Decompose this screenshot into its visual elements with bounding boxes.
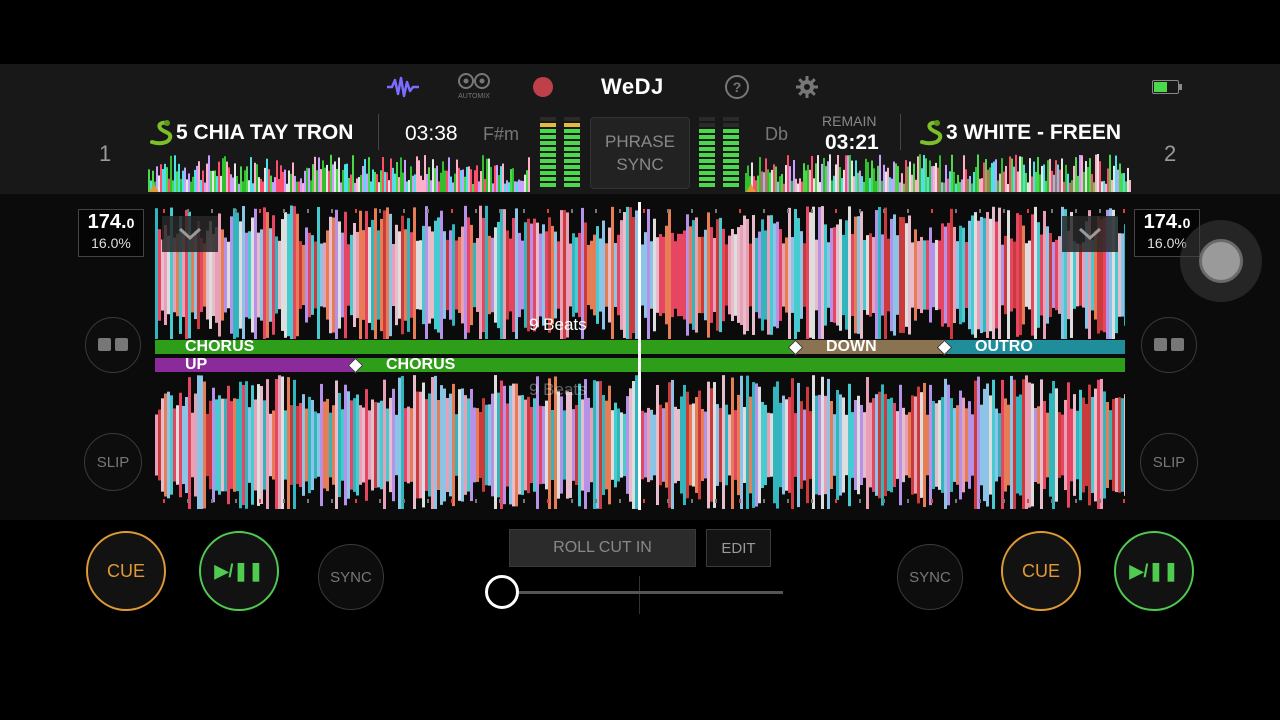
- phrase-label: UP: [185, 356, 208, 373]
- beats-label: 9 Beats: [529, 380, 587, 399]
- deck2-sync-button[interactable]: SYNC: [897, 544, 963, 610]
- battery-icon: [1152, 80, 1182, 94]
- phrase-label: OUTRO: [975, 338, 1033, 355]
- cue-label: CUE: [1021, 560, 1060, 581]
- slip-label: SLIP: [96, 453, 130, 471]
- sync-label: SYNC: [330, 568, 372, 586]
- deck2-overview-waveform[interactable]: [745, 154, 1131, 192]
- deck1-number: 1: [99, 141, 112, 166]
- app-logo: WeDJ: [601, 74, 664, 99]
- deck1-pad-mode-button[interactable]: [85, 317, 141, 373]
- pad-grid-icon: [1154, 338, 1184, 351]
- deck2-key: Db: [765, 124, 789, 144]
- automix-button[interactable]: AUTOMIX: [455, 72, 493, 102]
- deck1-key: F#m: [483, 124, 519, 144]
- deck2-cue-button[interactable]: CUE: [1001, 531, 1081, 611]
- divider: [378, 114, 379, 150]
- divider: [900, 114, 901, 150]
- vu-meter: [723, 117, 739, 187]
- chevron-down-icon: [1078, 227, 1102, 241]
- phrase-label: DOWN: [826, 338, 877, 355]
- deck1-overview-waveform[interactable]: [148, 154, 530, 192]
- automix-label: AUTOMIX: [458, 93, 490, 100]
- playhead: [638, 202, 641, 510]
- waveform-icon[interactable]: [385, 74, 421, 100]
- deck1-collapse-button[interactable]: [162, 216, 218, 252]
- deck2-pad-mode-button[interactable]: [1141, 317, 1197, 373]
- edit-label: EDIT: [721, 539, 756, 557]
- record-button[interactable]: [533, 77, 553, 97]
- slip-label: SLIP: [1152, 453, 1186, 471]
- deck1-bpm-display[interactable]: 174.0 16.0%: [78, 209, 144, 257]
- deck2-time: 03:21: [825, 131, 879, 154]
- cue-label: CUE: [106, 560, 145, 581]
- settings-icon[interactable]: [795, 75, 819, 99]
- assistive-touch-button[interactable]: [1180, 220, 1262, 302]
- deck2-play-pause-button[interactable]: ▶/❚❚: [1114, 531, 1194, 611]
- phrase-label: CHORUS: [386, 356, 456, 373]
- deck2-slip-button[interactable]: SLIP: [1140, 433, 1198, 491]
- help-icon[interactable]: ?: [725, 75, 749, 99]
- play-pause-icon: ▶/❚❚: [1129, 560, 1179, 581]
- deck1-track-title[interactable]: 5 CHIA TAY TRON: [176, 121, 364, 147]
- phrase-sync-label-2: SYNC: [616, 155, 664, 174]
- assistive-touch-icon: [1199, 239, 1243, 283]
- crossfader-knob[interactable]: [485, 575, 519, 609]
- crossfader-track[interactable]: [503, 591, 783, 594]
- deck2-collapse-button[interactable]: [1062, 216, 1118, 252]
- deck1-play-pause-button[interactable]: ▶/❚❚: [199, 531, 279, 611]
- crossfader-center-mark: [639, 576, 640, 614]
- snake-icon: [148, 120, 176, 146]
- vu-meter: [564, 117, 580, 187]
- phrase-sync-button[interactable]: PHRASE SYNC: [590, 117, 690, 189]
- pad-grid-icon: [98, 338, 128, 351]
- chevron-down-icon: [178, 227, 202, 241]
- remain-label: REMAIN: [822, 113, 877, 129]
- deck1-time: 03:38: [405, 122, 458, 145]
- vu-meter: [699, 117, 715, 187]
- deck1-sync-button[interactable]: SYNC: [318, 544, 384, 610]
- deck2-track-title[interactable]: 3 WHITE - FREEN: [946, 121, 1130, 147]
- pitch-percent: 16.0%: [91, 235, 131, 251]
- phrase-label: CHORUS: [185, 338, 255, 355]
- beats-label: 9 Beats: [529, 315, 587, 334]
- roll-cut-in-label: ROLL CUT IN: [553, 539, 652, 556]
- bpm-value: 174.: [87, 211, 127, 233]
- edit-button[interactable]: EDIT: [706, 529, 771, 567]
- bpm-decimal: 0: [126, 215, 135, 231]
- roll-cut-in-button[interactable]: ROLL CUT IN: [509, 529, 696, 567]
- deck1-slip-button[interactable]: SLIP: [84, 433, 142, 491]
- play-pause-icon: ▶/❚❚: [214, 560, 264, 581]
- deck2-number: 2: [1164, 141, 1177, 166]
- snake-icon: [918, 120, 946, 146]
- phrase-sync-label-1: PHRASE: [605, 132, 675, 151]
- bpm-decimal: 0: [1182, 215, 1191, 231]
- automix-icon: [458, 73, 490, 89]
- vu-meter: [540, 117, 556, 187]
- bpm-value: 174.: [1143, 211, 1183, 233]
- phrase-segment-outro: [945, 340, 1125, 354]
- deck1-cue-button[interactable]: CUE: [86, 531, 166, 611]
- sync-label: SYNC: [909, 568, 951, 586]
